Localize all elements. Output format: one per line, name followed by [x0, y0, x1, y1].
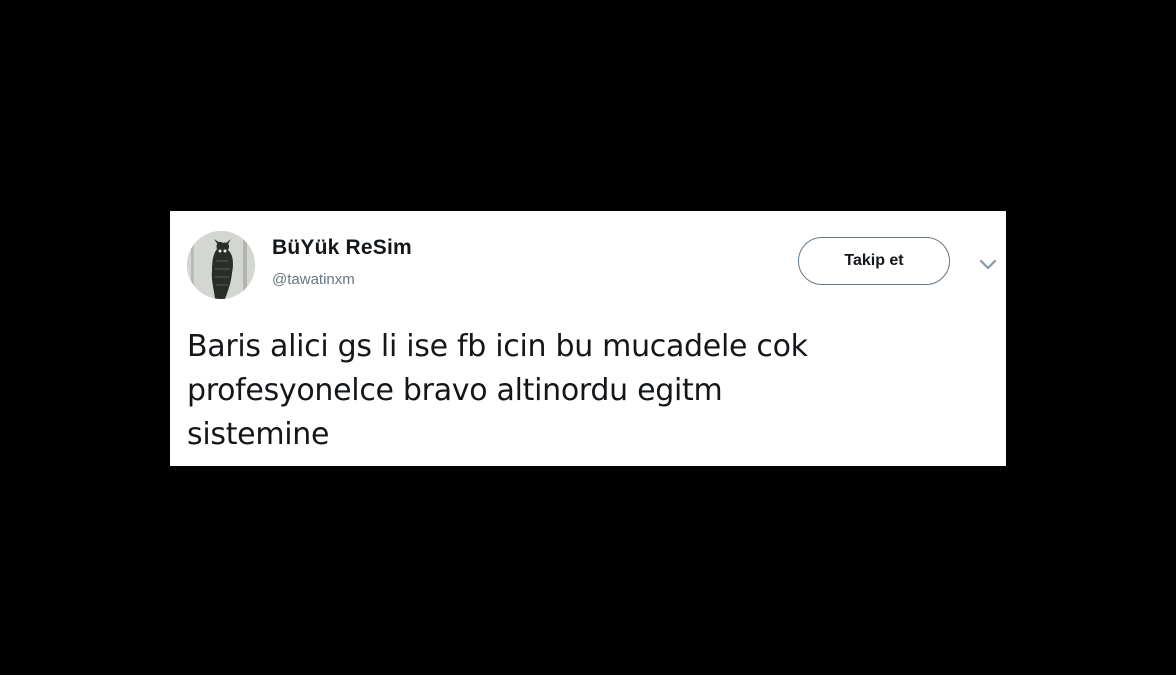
display-name[interactable]: BüYük ReSim — [272, 236, 412, 260]
avatar[interactable] — [187, 231, 255, 299]
follow-button[interactable]: Takip et — [798, 237, 950, 285]
tweet-card: BüYük ReSim @tawatinxm Takip et Baris al… — [170, 211, 1006, 466]
chevron-down-icon[interactable] — [979, 259, 997, 271]
avatar-image — [187, 231, 255, 299]
user-handle[interactable]: @tawatinxm — [272, 271, 355, 288]
tweet-text: Baris alici gs li ise fb icin bu mucadel… — [187, 329, 808, 452]
